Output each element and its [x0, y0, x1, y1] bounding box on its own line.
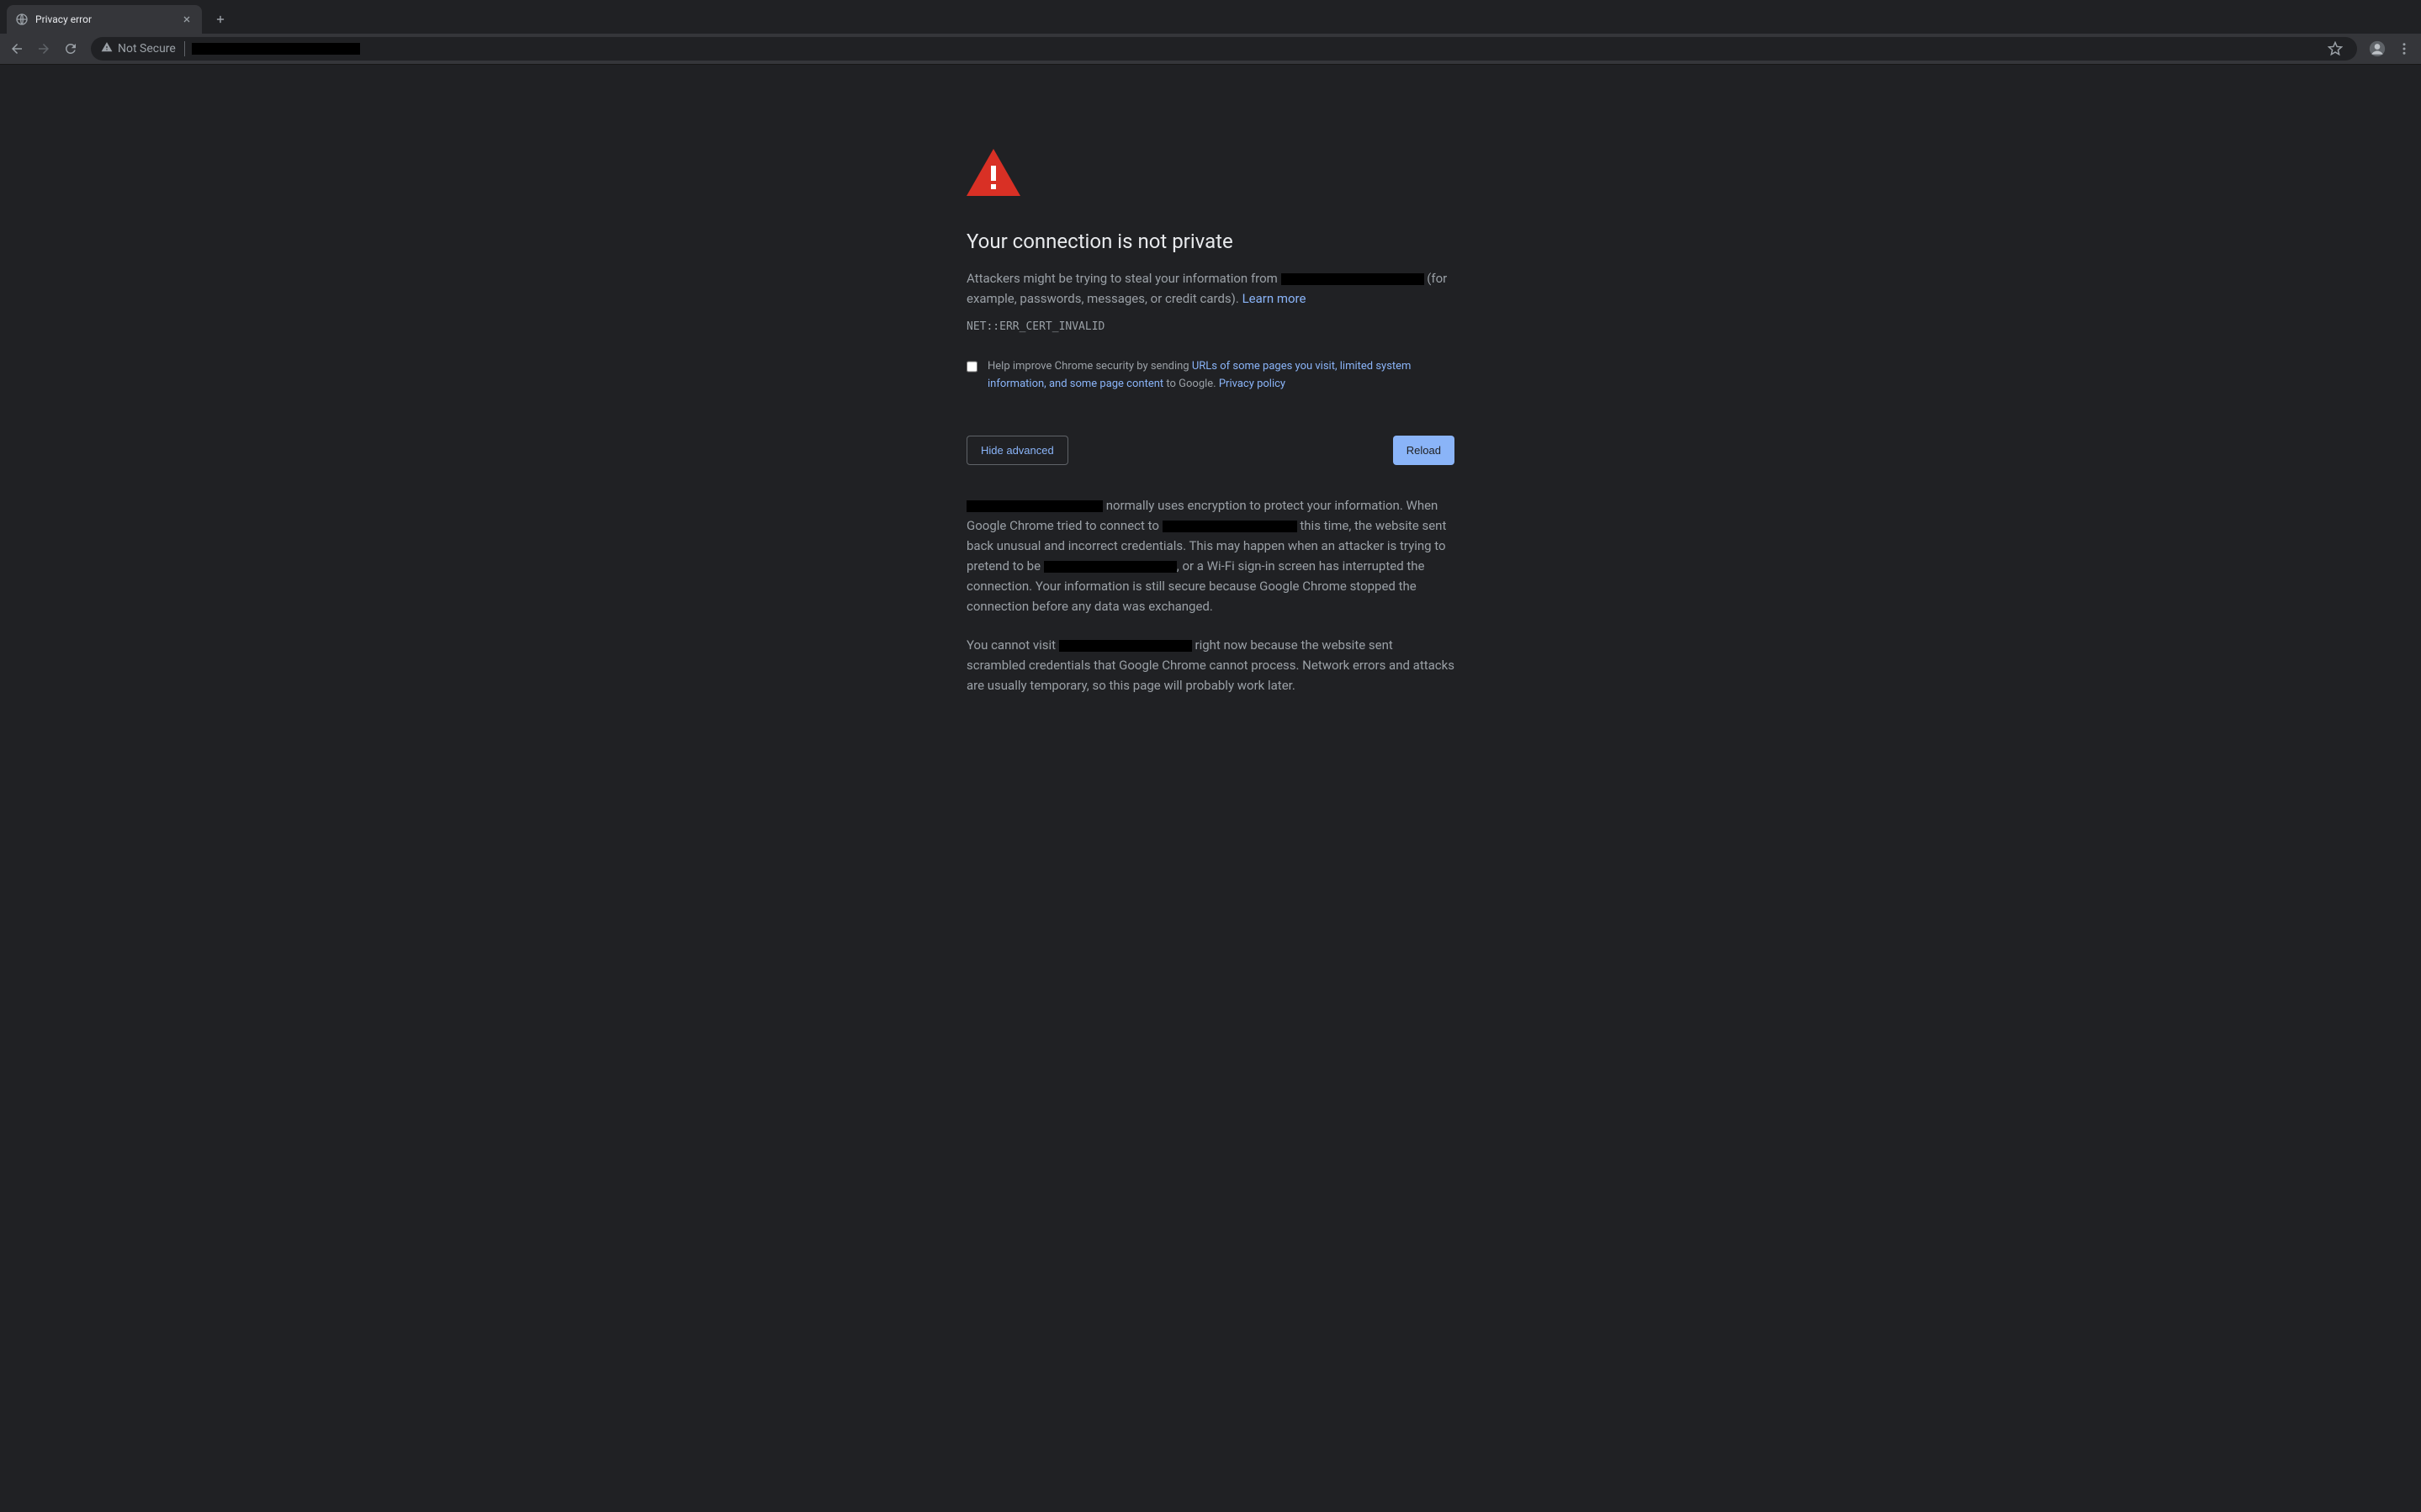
error-desc-prefix: Attackers might be trying to steal your … [967, 271, 1281, 286]
forward-button[interactable] [32, 37, 56, 61]
optin-mid: to Google. [1163, 378, 1219, 390]
warning-triangle-icon [101, 41, 113, 56]
safebrowsing-optin: Help improve Chrome security by sending … [967, 358, 1454, 394]
privacy-policy-link[interactable]: Privacy policy [1219, 378, 1285, 390]
error-heading: Your connection is not private [967, 230, 1454, 253]
address-bar[interactable]: Not Secure [91, 37, 2357, 61]
warning-triangle-large-icon [967, 149, 1020, 196]
optin-prefix: Help improve Chrome security by sending [988, 360, 1192, 373]
redacted-hostname [1059, 640, 1192, 652]
browser-menu-button[interactable] [2392, 37, 2416, 61]
error-code: NET::ERR_CERT_INVALID [967, 320, 1454, 333]
ssl-error-interstitial: Your connection is not private Attackers… [967, 149, 1454, 714]
reload-page-button[interactable]: Reload [1393, 436, 1454, 465]
redacted-hostname [1281, 273, 1424, 285]
new-tab-button[interactable] [209, 8, 232, 31]
adv2-a: You cannot visit [967, 637, 1059, 653]
browser-tab[interactable]: Privacy error [7, 5, 202, 34]
advanced-paragraph-1: normally uses encryption to protect your… [967, 495, 1454, 616]
reload-button[interactable] [59, 37, 82, 61]
redacted-hostname [1163, 521, 1297, 532]
bookmark-star-button[interactable] [2323, 37, 2347, 61]
learn-more-link[interactable]: Learn more [1242, 291, 1306, 306]
security-label: Not Secure [118, 42, 176, 56]
tab-title: Privacy error [35, 13, 173, 25]
redacted-hostname [1044, 561, 1177, 573]
advanced-details: normally uses encryption to protect your… [967, 495, 1454, 695]
content-area: Your connection is not private Attackers… [0, 65, 2421, 714]
globe-icon [15, 13, 29, 26]
advanced-paragraph-2: You cannot visit right now because the w… [967, 635, 1454, 695]
back-button[interactable] [5, 37, 29, 61]
browser-toolbar: Not Secure [0, 34, 2421, 64]
url-text-redacted [192, 43, 360, 55]
hide-advanced-button[interactable]: Hide advanced [967, 436, 1068, 465]
close-tab-button[interactable] [180, 13, 193, 26]
redacted-hostname [967, 500, 1103, 512]
optin-checkbox[interactable] [967, 361, 977, 373]
error-description: Attackers might be trying to steal your … [967, 268, 1454, 309]
button-row: Hide advanced Reload [967, 436, 1454, 465]
security-indicator[interactable]: Not Secure [101, 41, 185, 56]
tab-strip: Privacy error [0, 0, 2421, 34]
profile-avatar-button[interactable] [2365, 37, 2389, 61]
optin-text: Help improve Chrome security by sending … [988, 358, 1454, 394]
